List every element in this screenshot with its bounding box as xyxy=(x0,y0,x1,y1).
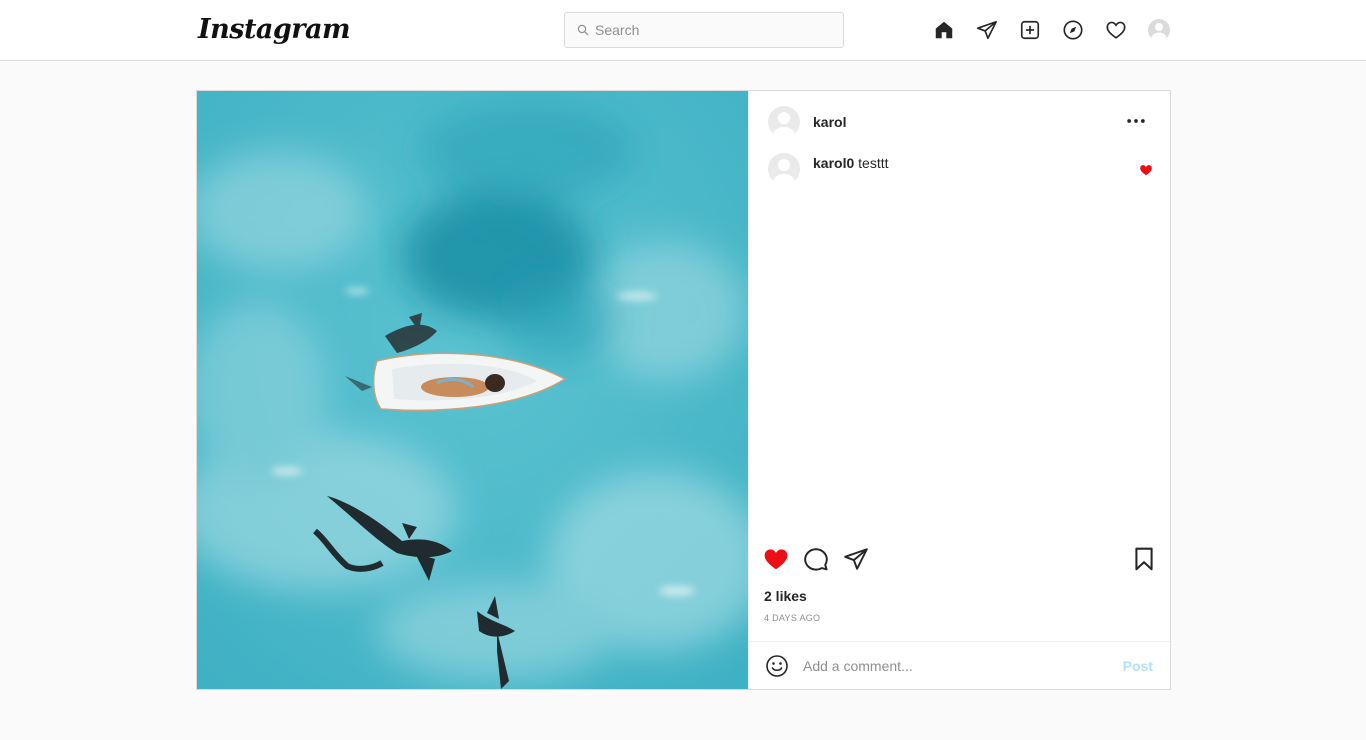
post-actions xyxy=(763,546,1158,576)
aerial-sea-photo xyxy=(197,91,748,689)
author-username[interactable]: karol xyxy=(813,114,846,130)
post-timestamp[interactable]: 4 DAYS AGO xyxy=(764,613,820,623)
nav-icons xyxy=(930,16,1173,44)
instagram-logo[interactable]: Instagram xyxy=(198,10,351,50)
new-post-icon[interactable] xyxy=(1016,16,1044,44)
like-icon[interactable] xyxy=(763,546,791,574)
post-image[interactable] xyxy=(197,91,748,689)
post-comment-button[interactable]: Post xyxy=(1123,658,1153,674)
post-sidebar: karol karol0 testtt 2 likes 4 DAYS AGO A… xyxy=(748,91,1170,689)
explore-icon[interactable] xyxy=(1059,16,1087,44)
commenter-avatar[interactable] xyxy=(768,153,800,185)
avatar xyxy=(1148,19,1170,41)
emoji-icon[interactable] xyxy=(765,654,789,678)
profile-avatar[interactable] xyxy=(1145,16,1173,44)
author-avatar[interactable] xyxy=(768,106,800,138)
activity-icon[interactable] xyxy=(1102,16,1130,44)
comment-like-icon[interactable] xyxy=(1139,163,1153,177)
add-comment-bar: Post xyxy=(749,641,1170,689)
search-input[interactable] xyxy=(595,22,835,38)
direct-icon[interactable] xyxy=(973,16,1001,44)
post-header: karol xyxy=(749,91,1170,153)
search-box[interactable] xyxy=(564,12,844,48)
likes-count[interactable]: 2 likes xyxy=(764,588,807,604)
share-icon[interactable] xyxy=(843,546,871,574)
comment-username[interactable]: karol0 xyxy=(813,155,854,171)
comment-input[interactable] xyxy=(803,657,1103,674)
comment-body: testtt xyxy=(858,155,889,171)
comment-icon[interactable] xyxy=(803,546,831,574)
home-icon[interactable] xyxy=(930,16,958,44)
post-card: karol karol0 testtt 2 likes 4 DAYS AGO A… xyxy=(196,90,1171,690)
save-icon[interactable] xyxy=(1131,546,1159,574)
top-nav-bar: Instagram xyxy=(0,0,1366,61)
more-options-icon[interactable] xyxy=(1124,109,1148,133)
caption-comment: karol0 testtt xyxy=(768,153,1153,185)
comment-text: karol0 testtt xyxy=(813,153,889,185)
search-icon xyxy=(577,24,589,36)
